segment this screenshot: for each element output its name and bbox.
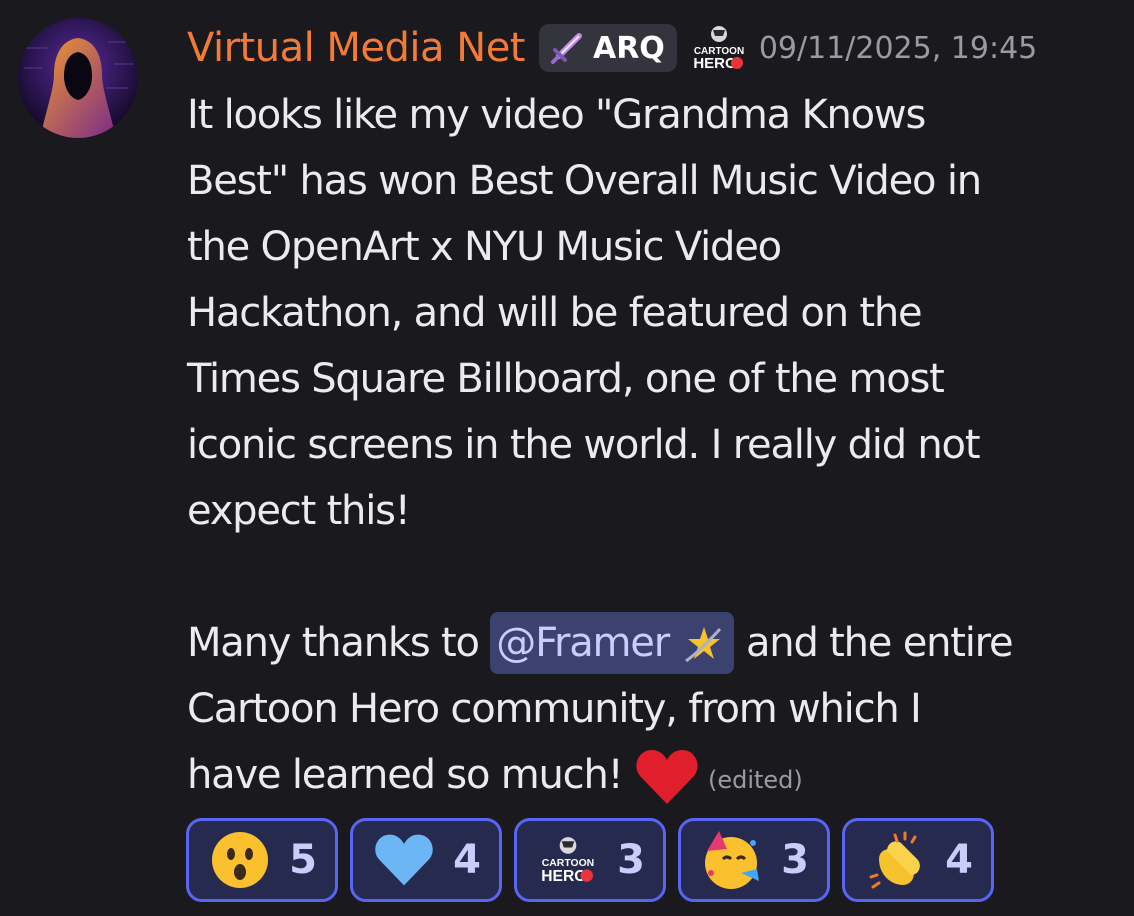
message-timestamp[interactable]: 09/11/2025, 19:45: [759, 31, 1037, 66]
reaction-count: 4: [453, 837, 481, 883]
svg-text:HERO: HERO: [693, 55, 737, 72]
message-content: It looks like my video "Grandma Knows Be…: [187, 82, 1107, 813]
reactions-bar: 5 4 CARTOON HERO 3 3 4: [186, 818, 994, 902]
mention-label: @Framer: [496, 620, 670, 666]
reaction-count: 3: [781, 837, 809, 883]
author-avatar[interactable]: [18, 18, 138, 138]
red-heart-icon: [636, 750, 698, 804]
message-line: iconic screens in the world. I really di…: [187, 422, 981, 468]
reaction-cartoon-hero[interactable]: CARTOON HERO 3: [514, 818, 666, 902]
reaction-count: 5: [289, 837, 317, 883]
blue-heart-icon: [371, 827, 437, 893]
reaction-blue-heart[interactable]: 4: [350, 818, 502, 902]
reaction-astonished[interactable]: 5: [186, 818, 338, 902]
reaction-partying-face[interactable]: 3: [678, 818, 830, 902]
server-tag[interactable]: ARQ: [538, 24, 677, 72]
dizzy-icon: [685, 627, 722, 663]
message-line: Best" has won Best Overall Music Video i…: [187, 158, 982, 204]
message-line: and the entire: [734, 620, 1014, 666]
reaction-clapping-hands[interactable]: 4: [842, 818, 994, 902]
sword-icon: [550, 33, 582, 64]
astonished-face-icon: [207, 827, 273, 893]
cartoon-hero-badge-icon[interactable]: CARTOON HERO: [689, 24, 749, 72]
user-mention[interactable]: @Framer: [490, 612, 735, 674]
reaction-count: 3: [617, 837, 645, 883]
reaction-count: 4: [945, 837, 973, 883]
message-line: It looks like my video "Grandma Knows: [187, 92, 926, 138]
message-line: Times Square Billboard, one of the most: [187, 356, 945, 402]
message-line: Many thanks to: [187, 620, 491, 666]
clapping-hands-icon: [863, 827, 929, 893]
hooded-figure-avatar-image: [18, 18, 138, 138]
author-name[interactable]: Virtual Media Net: [187, 28, 525, 68]
message-line: Hackathon, and will be featured on the: [187, 290, 923, 336]
message-line: have learned so much!: [187, 752, 634, 798]
edited-indicator: (edited): [707, 766, 803, 794]
message-line: expect this!: [187, 488, 411, 534]
partying-face-icon: [699, 827, 765, 893]
server-tag-label: ARQ: [592, 30, 665, 66]
message-header: Virtual Media Net ARQ CARTOON HERO 09/11…: [187, 20, 1037, 76]
svg-text:HERO: HERO: [541, 868, 586, 885]
message-line: Cartoon Hero community, from which I: [187, 686, 922, 732]
message-line: the OpenArt x NYU Music Video: [187, 224, 782, 270]
cartoon-hero-icon: CARTOON HERO: [535, 827, 601, 893]
